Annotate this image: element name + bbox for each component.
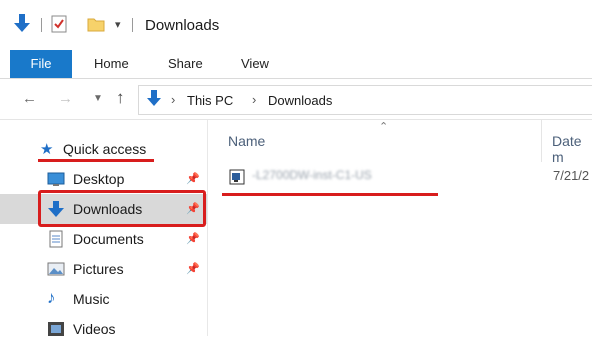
ribbon-tabs: File Home Share View bbox=[0, 50, 592, 79]
file-date: 7/21/2 bbox=[553, 168, 590, 183]
sidebar-item-music[interactable]: ♪ Music bbox=[0, 284, 207, 314]
sidebar-item-label: Documents bbox=[73, 231, 144, 247]
breadcrumb-chevron-icon[interactable]: › bbox=[252, 92, 256, 107]
file-name: -L2700DW-inst-C1-US bbox=[252, 168, 372, 182]
tab-home[interactable]: Home bbox=[94, 50, 129, 78]
tab-file[interactable]: File bbox=[10, 50, 72, 78]
recent-locations-chevron-icon[interactable]: ▼ bbox=[93, 93, 103, 104]
customize-toolbar-icon[interactable]: ▾ bbox=[115, 18, 121, 31]
sidebar-item-label: Desktop bbox=[73, 171, 125, 187]
sidebar-item-pictures[interactable]: Pictures 📌 bbox=[0, 254, 207, 284]
pin-icon[interactable]: 📌 bbox=[186, 172, 200, 185]
navigation-pane: ★ Quick access Desktop 📌 Downloads 📌 Doc… bbox=[0, 120, 208, 337]
sidebar-item-label: Videos bbox=[73, 321, 116, 337]
music-icon: ♪ bbox=[47, 288, 56, 307]
file-list: ⌃ Name Date m -L2700DW-inst-C1-US 7/21/2 bbox=[208, 120, 592, 336]
downloads-arrow-icon[interactable] bbox=[14, 14, 30, 39]
videos-icon bbox=[47, 320, 65, 338]
downloads-location-icon bbox=[147, 90, 161, 113]
navigation-bar: ← → ▼ ↑ › This PC › Downloads bbox=[0, 79, 592, 120]
breadcrumb-chevron-icon[interactable]: › bbox=[171, 92, 175, 107]
pin-icon[interactable]: 📌 bbox=[186, 262, 200, 275]
sidebar-item-label: Pictures bbox=[73, 261, 124, 277]
sidebar-item-videos[interactable]: Videos bbox=[0, 314, 207, 344]
sidebar-item-documents[interactable]: Documents 📌 bbox=[0, 224, 207, 254]
annotation-underline bbox=[222, 193, 438, 196]
breadcrumb-this-pc[interactable]: This PC bbox=[187, 93, 233, 108]
forward-arrow-icon[interactable]: → bbox=[58, 90, 73, 107]
column-header-date[interactable]: Date m bbox=[552, 133, 592, 165]
documents-icon bbox=[47, 230, 65, 248]
new-folder-icon[interactable] bbox=[87, 15, 105, 38]
properties-icon[interactable] bbox=[51, 15, 67, 38]
quick-access-label: Quick access bbox=[63, 141, 147, 157]
sort-ascending-icon: ⌃ bbox=[379, 121, 389, 133]
installer-file-icon bbox=[228, 168, 246, 191]
annotation-box bbox=[38, 190, 206, 227]
table-row[interactable]: -L2700DW-inst-C1-US 7/21/2 bbox=[208, 164, 592, 190]
tab-share[interactable]: Share bbox=[168, 50, 203, 78]
star-icon: ★ bbox=[40, 141, 54, 158]
desktop-icon bbox=[47, 170, 65, 188]
title-bar: ▾ Downloads bbox=[0, 0, 592, 50]
address-bar[interactable]: › This PC › Downloads bbox=[138, 85, 592, 115]
column-header-name[interactable]: Name bbox=[228, 133, 265, 149]
pin-icon[interactable]: 📌 bbox=[186, 232, 200, 245]
column-divider[interactable] bbox=[541, 120, 542, 162]
pictures-icon bbox=[47, 260, 65, 278]
breadcrumb-downloads[interactable]: Downloads bbox=[268, 93, 332, 108]
tab-view[interactable]: View bbox=[241, 50, 269, 78]
annotation-underline bbox=[38, 159, 154, 162]
sidebar-item-label: Music bbox=[73, 291, 110, 307]
back-arrow-icon[interactable]: ← bbox=[22, 90, 37, 107]
window-title: Downloads bbox=[145, 17, 220, 34]
up-arrow-icon[interactable]: ↑ bbox=[116, 88, 125, 108]
